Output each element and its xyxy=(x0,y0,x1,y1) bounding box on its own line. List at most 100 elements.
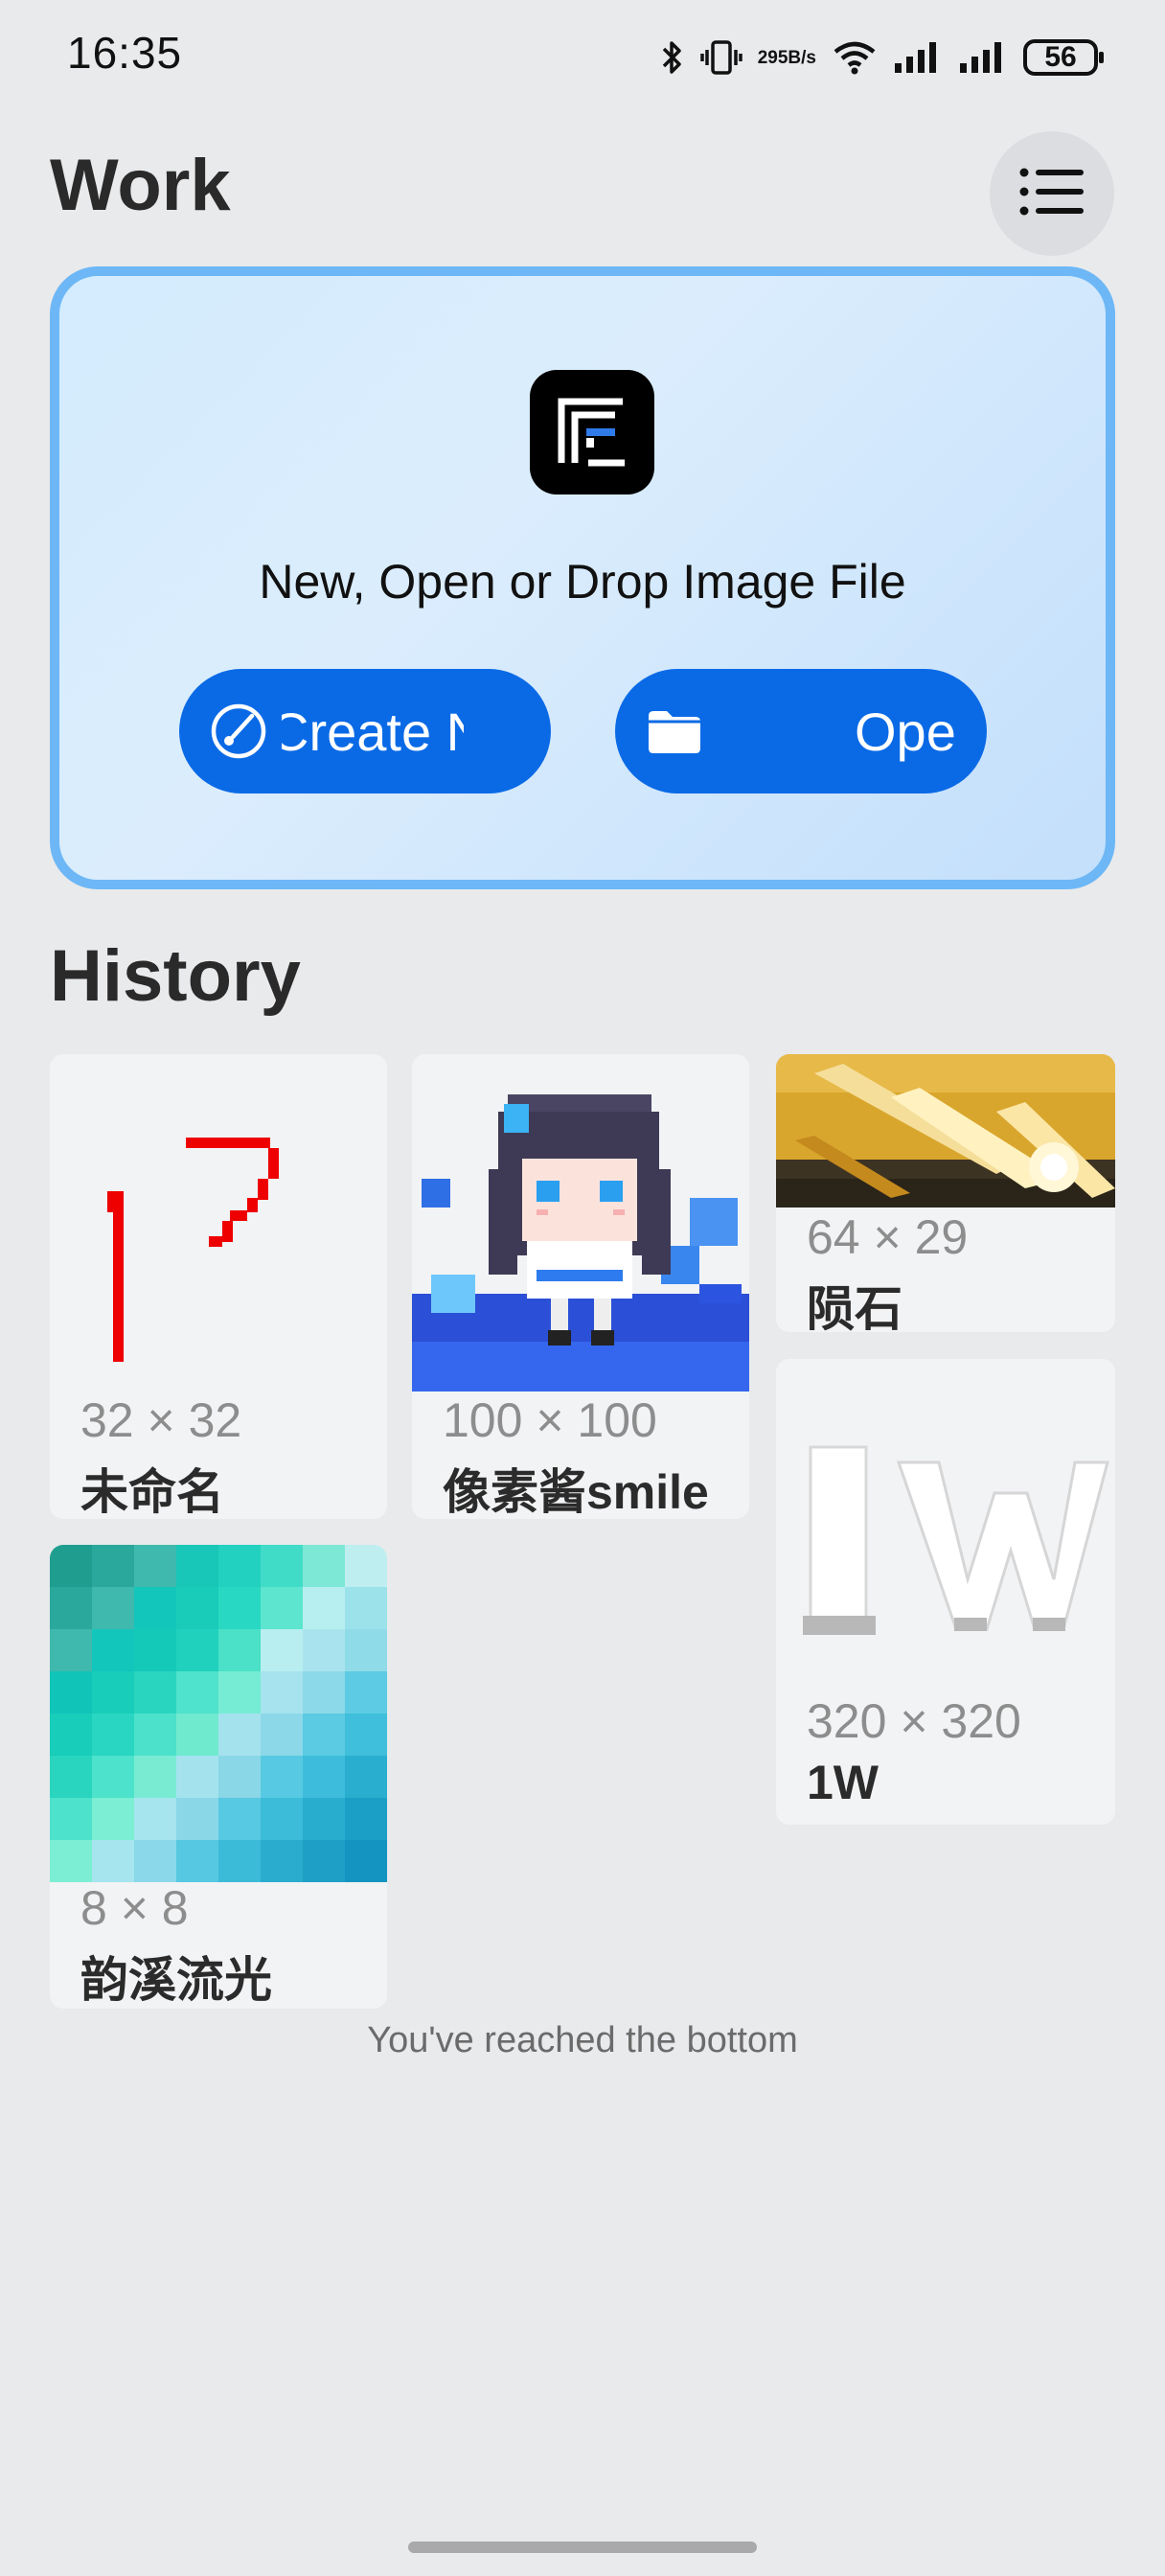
artwork-name: 未命名 xyxy=(80,1465,224,1519)
pixel-cell xyxy=(176,1714,218,1756)
pixel-cell xyxy=(261,1756,303,1798)
artwork-name: 陨石 xyxy=(807,1282,902,1332)
drop-zone-card[interactable]: New, Open or Drop Image File Create New … xyxy=(50,266,1115,889)
pixel-cell xyxy=(50,1714,92,1756)
pixel-cell xyxy=(345,1629,387,1671)
pixel-cell xyxy=(134,1671,176,1714)
pixel-cell xyxy=(92,1629,134,1671)
pixel-cell xyxy=(303,1798,345,1840)
create-new-button[interactable]: Create New xyxy=(179,669,551,794)
pixel-cell xyxy=(261,1840,303,1882)
artwork-name: 像素酱smile xyxy=(443,1465,709,1519)
network-speed-unit: B/s xyxy=(788,47,816,68)
menu-button[interactable] xyxy=(990,131,1114,256)
pixel-cell xyxy=(218,1840,261,1882)
battery-icon: 56 xyxy=(1023,39,1104,76)
pixel-cell xyxy=(50,1545,92,1587)
pixel-cell xyxy=(345,1798,387,1840)
status-time: 16:35 xyxy=(67,28,183,78)
pixel-cell xyxy=(345,1545,387,1587)
history-item[interactable]: 32 × 32 未命名 xyxy=(50,1054,387,1519)
pixel-cell xyxy=(303,1671,345,1714)
pixel-cell xyxy=(345,1840,387,1882)
status-bar: 16:35 295 B/s 56 xyxy=(0,0,1165,115)
pixel-cell xyxy=(92,1587,134,1629)
artwork-dimensions: 100 × 100 xyxy=(443,1393,657,1447)
pixel-cell xyxy=(50,1840,92,1882)
artwork-name: 1W xyxy=(807,1756,879,1809)
pixel-cell xyxy=(345,1587,387,1629)
pixel-cell xyxy=(218,1671,261,1714)
status-icons: 295 B/s 56 xyxy=(660,29,1104,86)
home-indicator[interactable] xyxy=(408,2542,757,2553)
pixel-cell xyxy=(176,1756,218,1798)
artwork-dimensions: 8 × 8 xyxy=(80,1881,189,1935)
network-speed-value: 295 xyxy=(757,47,788,68)
pixel-cell xyxy=(261,1798,303,1840)
pixel-cell xyxy=(134,1545,176,1587)
history-title: History xyxy=(50,935,301,1017)
pixel-cell xyxy=(92,1798,134,1840)
pixel-cell xyxy=(303,1840,345,1882)
pixel-cell xyxy=(176,1798,218,1840)
pixel-cell xyxy=(92,1671,134,1714)
pixel-cell xyxy=(176,1629,218,1671)
pixel-cell xyxy=(261,1714,303,1756)
pixel-cell xyxy=(218,1587,261,1629)
artwork-dimensions: 64 × 29 xyxy=(807,1210,969,1264)
pixel-cell xyxy=(261,1545,303,1587)
pixel-cell xyxy=(50,1798,92,1840)
drop-prompt: New, Open or Drop Image File xyxy=(259,555,906,609)
pixel-cell xyxy=(176,1671,218,1714)
battery-level: 56 xyxy=(1044,41,1077,73)
vibrate-icon xyxy=(699,38,742,77)
pixel-cell xyxy=(50,1587,92,1629)
history-item[interactable]: 64 × 29 陨石 xyxy=(776,1054,1115,1332)
folder-icon xyxy=(646,702,703,760)
pixel-cell xyxy=(303,1714,345,1756)
artwork-thumbnail xyxy=(776,1359,1115,1696)
pixel-cell xyxy=(92,1714,134,1756)
pixel-cell xyxy=(303,1756,345,1798)
signal-icon xyxy=(958,38,1008,77)
history-item[interactable]: 320 × 320 1W xyxy=(776,1359,1115,1825)
pixel-cell xyxy=(134,1756,176,1798)
history-item[interactable]: 8 × 8 韵溪流光 xyxy=(50,1545,387,2009)
pixel-cell xyxy=(92,1545,134,1587)
pixel-cell xyxy=(261,1587,303,1629)
pixel-cell xyxy=(303,1545,345,1587)
artwork-name: 韵溪流光 xyxy=(80,1953,272,2007)
pixel-cell xyxy=(218,1714,261,1756)
pixel-cell xyxy=(176,1587,218,1629)
artwork-thumbnail xyxy=(412,1054,749,1392)
pixel-cell xyxy=(218,1629,261,1671)
pixel-cell xyxy=(345,1756,387,1798)
pixel-cell xyxy=(303,1629,345,1671)
list-menu-icon xyxy=(1018,165,1085,223)
bluetooth-icon xyxy=(660,38,685,77)
pixel-cell xyxy=(50,1756,92,1798)
artwork-thumbnail xyxy=(50,1054,387,1392)
pixel-cell xyxy=(176,1545,218,1587)
wifi-icon xyxy=(832,38,878,77)
pixel-grid xyxy=(50,1545,387,1882)
pixel-cell xyxy=(261,1629,303,1671)
brush-circle-icon xyxy=(210,702,267,760)
open-file-button[interactable]: Open xyxy=(615,669,987,794)
pixel-cell xyxy=(92,1840,134,1882)
page-title: Work xyxy=(50,145,231,226)
artwork-dimensions: 320 × 320 xyxy=(807,1694,1021,1748)
pixel-cell xyxy=(134,1840,176,1882)
pixel-cell xyxy=(134,1629,176,1671)
history-item[interactable]: 100 × 100 像素酱smile xyxy=(412,1054,749,1519)
pixel-cell xyxy=(134,1798,176,1840)
network-speed: 295 B/s xyxy=(758,49,816,67)
pixel-cell xyxy=(92,1756,134,1798)
end-of-list-note: You've reached the bottom xyxy=(367,2020,798,2060)
artwork-thumbnail xyxy=(776,1054,1115,1208)
pixel-cell xyxy=(345,1714,387,1756)
app-logo-icon xyxy=(530,370,654,494)
artwork-thumbnail xyxy=(50,1545,387,1882)
pixel-cell xyxy=(218,1798,261,1840)
open-label: Open xyxy=(855,702,958,762)
